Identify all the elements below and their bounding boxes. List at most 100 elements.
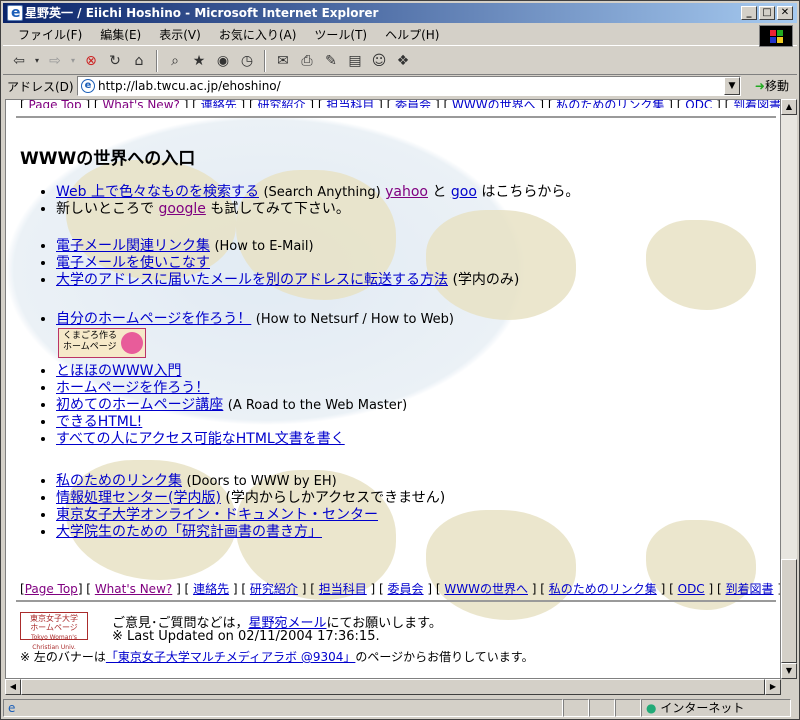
address-bar: アドレス(D) e http://lab.twcu.ac.jp/ehoshino… xyxy=(3,75,797,97)
forward-dropdown-icon[interactable]: ▾ xyxy=(69,51,77,71)
history-icon[interactable]: ◷ xyxy=(237,51,257,71)
toolbar-separator xyxy=(156,49,158,72)
go-button[interactable]: ➜移動 xyxy=(755,77,789,94)
menu-file[interactable]: ファイル(F) xyxy=(9,26,91,43)
scroll-left-icon[interactable]: ◀ xyxy=(5,679,21,695)
vertical-scrollbar[interactable]: ▲ ▼ xyxy=(781,99,797,679)
home-icon[interactable]: ⌂ xyxy=(129,51,149,71)
nav-www[interactable]: WWWの世界へ xyxy=(452,100,536,108)
menu-view[interactable]: 表示(V) xyxy=(150,26,210,43)
forward-icon[interactable]: ⇨ xyxy=(45,51,65,71)
item-text: (A Road to the Web Master) xyxy=(227,398,408,413)
item-text: (Search Anything) xyxy=(263,185,381,200)
edit-icon[interactable]: ✎ xyxy=(321,51,341,71)
nav-whats-new[interactable]: What's New? xyxy=(95,582,172,596)
close-button[interactable]: ✕ xyxy=(777,6,793,20)
homepage-course-link[interactable]: 初めてのホームページ講座 xyxy=(56,397,223,413)
nav-books[interactable]: 到着図書 xyxy=(726,582,774,596)
nav-page-top[interactable]: Page Top xyxy=(25,582,78,596)
tohoho-link[interactable]: とほほのWWW入門 xyxy=(56,363,182,379)
list-email: 電子メール関連リンク集 (How to E-Mail) 電子メールを使いこなす … xyxy=(56,238,519,289)
discuss-icon[interactable]: ▤ xyxy=(345,51,365,71)
back-dropdown-icon[interactable]: ▾ xyxy=(33,51,41,71)
address-input[interactable]: e http://lab.twcu.ac.jp/ehoshino/ ▼ xyxy=(77,76,741,96)
go-label: 移動 xyxy=(764,79,789,93)
scroll-up-icon[interactable]: ▲ xyxy=(781,99,797,115)
nav-contact[interactable]: 連絡先 xyxy=(201,100,237,108)
list-doors: 私のためのリンク集 (Doors to WWW by EH) 情報処理センター(… xyxy=(56,473,445,541)
nav-contact[interactable]: 連絡先 xyxy=(193,582,229,596)
scroll-thumb[interactable] xyxy=(781,559,797,663)
logo-text: ホームページ xyxy=(30,623,78,632)
nav-courses[interactable]: 担当科目 xyxy=(326,100,374,108)
list-homepage: 自分のホームページを作ろう！ (How to Netsurf / How to … xyxy=(56,311,454,328)
divider xyxy=(16,600,776,602)
dekiru-html-link[interactable]: できるHTML! xyxy=(56,414,142,430)
messenger-icon[interactable]: ☺ xyxy=(369,51,389,71)
nav-research[interactable]: 研究紹介 xyxy=(258,100,306,108)
toolbar: ⇦ ▾ ⇨ ▾ ⊗ ↻ ⌂ ⌕ ★ ◉ ◷ ✉ ⎙ ✎ ▤ ☺ ❖ xyxy=(3,47,797,75)
print-icon[interactable]: ⎙ xyxy=(297,51,317,71)
mail-forward-link[interactable]: 大学のアドレスに届いたメールを別のアドレスに転送する方法 xyxy=(56,272,448,288)
menu-favorites[interactable]: お気に入り(A) xyxy=(210,26,306,43)
research-plan-link[interactable]: 大学院生のための「研究計画書の書き方」 xyxy=(56,524,322,540)
refresh-icon[interactable]: ↻ xyxy=(105,51,125,71)
goo-link[interactable]: goo xyxy=(451,184,477,200)
list-item: すべての人にアクセス可能なHTML文書を書く xyxy=(56,431,407,448)
maximize-button[interactable]: □ xyxy=(759,6,775,20)
status-cell xyxy=(589,699,615,717)
address-dropdown-icon[interactable]: ▼ xyxy=(724,77,740,95)
doc-center-link[interactable]: 東京女子大学オンライン・ドキュメント・センター xyxy=(56,507,378,523)
accessible-html-link[interactable]: すべての人にアクセス可能なHTML文書を書く xyxy=(56,431,345,447)
twcu-logo[interactable]: 東京女子大学 ホームページ Tokyo Woman's Christian Un… xyxy=(20,612,88,651)
horizontal-scrollbar[interactable]: ◀ ▶ xyxy=(5,679,781,695)
nav-courses[interactable]: 担当科目 xyxy=(319,582,367,596)
nav-www[interactable]: WWWの世界へ xyxy=(444,582,528,596)
mail-icon[interactable]: ✉ xyxy=(273,51,293,71)
search-icon[interactable]: ⌕ xyxy=(165,51,185,71)
email-links-link[interactable]: 電子メール関連リンク集 xyxy=(56,238,210,254)
h-scroll-thumb[interactable] xyxy=(21,679,765,695)
menu-edit[interactable]: 編集(E) xyxy=(91,26,150,43)
menu-tools[interactable]: ツール(T) xyxy=(305,26,376,43)
nav-page-top[interactable]: Page Top xyxy=(29,100,82,108)
back-icon[interactable]: ⇦ xyxy=(9,51,29,71)
search-link[interactable]: Web 上で色々なものを検索する xyxy=(56,184,259,200)
research-icon[interactable]: ❖ xyxy=(393,51,413,71)
yahoo-link[interactable]: yahoo xyxy=(385,184,428,200)
nav-whats-new[interactable]: What's New? xyxy=(102,100,179,108)
nav-committee[interactable]: 委員会 xyxy=(395,100,431,108)
divider xyxy=(16,116,776,118)
status-cell xyxy=(615,699,641,717)
list-item: とほほのWWW入門 xyxy=(56,363,407,380)
nav-links[interactable]: 私のためのリンク集 xyxy=(549,582,657,596)
nav-odc[interactable]: ODC xyxy=(678,582,705,596)
google-link[interactable]: google xyxy=(158,201,205,217)
menu-bar: ファイル(F) 編集(E) 表示(V) お気に入り(A) ツール(T) ヘルプ(… xyxy=(3,24,797,46)
nav-books[interactable]: 到着図書 xyxy=(733,100,780,108)
favorites-icon[interactable]: ★ xyxy=(189,51,209,71)
item-text: (How to E-Mail) xyxy=(214,239,314,254)
mmlab-link[interactable]: 「東京女子大学マルチメディアラボ @9304」 xyxy=(106,650,356,664)
my-links-link[interactable]: 私のためのリンク集 xyxy=(56,473,182,489)
list-search: Web 上で色々なものを検索する (Search Anything) yahoo… xyxy=(56,184,579,218)
menu-help[interactable]: ヘルプ(H) xyxy=(376,26,448,43)
homepage-link[interactable]: 自分のホームページを作ろう！ xyxy=(56,311,251,327)
minimize-button[interactable]: _ xyxy=(741,6,757,20)
logo-text: 東京女子大学 xyxy=(30,614,78,623)
nav-committee[interactable]: 委員会 xyxy=(388,582,424,596)
kumagoro-banner[interactable]: くまごろ作る ホームページ xyxy=(58,328,146,358)
address-label: アドレス(D) xyxy=(7,79,74,94)
info-center-link[interactable]: 情報処理センター(学内版) xyxy=(56,490,221,506)
scroll-right-icon[interactable]: ▶ xyxy=(765,679,781,695)
make-homepage-link[interactable]: ホームページを作ろう！ xyxy=(56,380,209,396)
bear-icon xyxy=(121,332,143,354)
stop-icon[interactable]: ⊗ xyxy=(81,51,101,71)
media-icon[interactable]: ◉ xyxy=(213,51,233,71)
nav-research[interactable]: 研究紹介 xyxy=(250,582,298,596)
browser-window: 星野英一 / Eiichi Hoshino - Microsoft Intern… xyxy=(0,0,800,720)
nav-links[interactable]: 私のためのリンク集 xyxy=(556,100,664,108)
nav-odc[interactable]: ODC xyxy=(685,100,712,108)
email-usage-link[interactable]: 電子メールを使いこなす xyxy=(56,255,210,271)
scroll-down-icon[interactable]: ▼ xyxy=(781,663,797,679)
